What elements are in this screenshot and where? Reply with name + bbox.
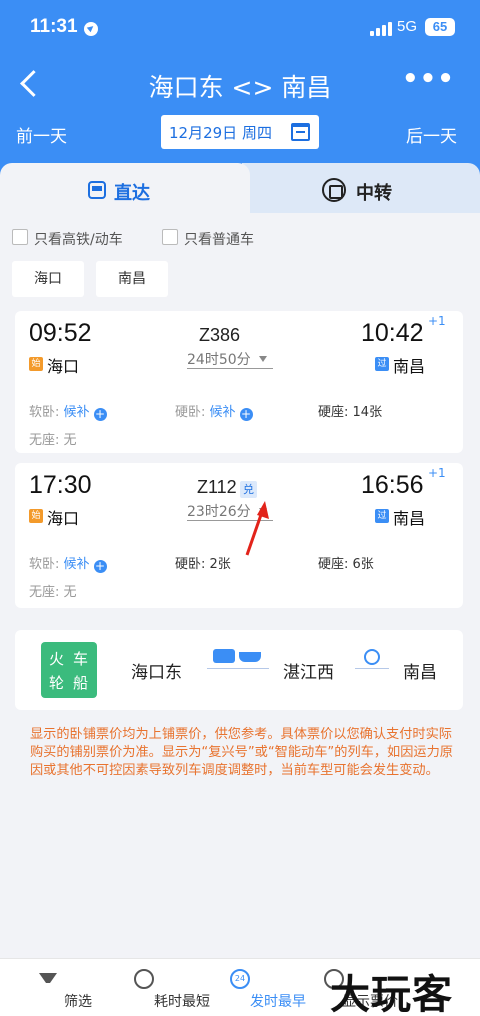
departure-time: 17:30 xyxy=(29,471,92,499)
checkbox-label: 只看普通车 xyxy=(184,232,254,248)
ship-icon xyxy=(239,652,261,662)
tab-bar: 中转 直达 xyxy=(0,163,480,213)
seat-soft-sleeper[interactable]: 软卧: 候补 + xyxy=(29,401,107,421)
annotation-arrow-icon xyxy=(245,501,269,556)
filter-label: 筛选 xyxy=(64,994,92,1010)
departure-station: 海口 xyxy=(47,509,80,528)
location-icon xyxy=(84,22,98,36)
route-line xyxy=(207,668,269,669)
checkbox-label: 只看高铁/动车 xyxy=(34,232,123,248)
checkbox-box xyxy=(162,229,178,245)
tab-direct[interactable]: 直达 xyxy=(0,163,250,213)
station-chip-haikou[interactable]: 海口 xyxy=(12,261,84,297)
date-label: 12月29日 周四 xyxy=(169,124,272,142)
status-bar: 11:31 5G 65 xyxy=(0,14,480,48)
seat-soft-sleeper[interactable]: 软卧: 候补 + xyxy=(29,553,107,573)
bus-icon xyxy=(213,649,235,663)
arrival-time: 16:56 xyxy=(361,471,424,499)
seat-standing: 无座: 无 xyxy=(29,433,77,448)
clock-icon xyxy=(134,969,154,989)
pass-station-badge: 过 xyxy=(375,509,389,523)
train-card[interactable]: 17:30 Z112 兑 23时26分 16:56 +1 始 海口 过 南昌 软… xyxy=(15,463,463,608)
more-icon[interactable]: ••• xyxy=(402,66,454,98)
add-icon: + xyxy=(93,407,107,421)
checkbox-box xyxy=(12,229,28,245)
train-number: Z112 xyxy=(197,477,237,497)
sort-earliest-button[interactable]: 24 发时最早 xyxy=(202,959,306,1016)
sort-shortest-button[interactable]: 耗时最短 xyxy=(106,959,210,1016)
seat-hard-seat: 硬座: 6张 xyxy=(318,557,374,572)
price-notice: 显示的卧铺票价均为上铺票价，供您参考。具体票价以您确认支付时实际购买的铺别票价为… xyxy=(30,727,453,778)
tab-transfer[interactable]: 中转 xyxy=(242,163,480,213)
chevron-down-icon xyxy=(259,356,267,362)
transfer-route-card[interactable]: 火 车 轮 船 海口东 湛江西 南昌 xyxy=(15,630,463,710)
status-time: 11:31 xyxy=(30,16,78,37)
route-via-station: 湛江西 xyxy=(283,663,334,683)
filter-icon xyxy=(39,973,57,983)
train-icon xyxy=(88,181,106,199)
route-line xyxy=(355,668,389,669)
departure-time: 09:52 xyxy=(29,319,92,347)
back-icon[interactable] xyxy=(14,66,48,100)
start-station-badge: 始 xyxy=(29,357,43,371)
battery-icon: 65 xyxy=(425,18,455,36)
rail-icon xyxy=(364,649,380,665)
start-station-badge: 始 xyxy=(29,509,43,523)
duration-divider xyxy=(187,368,273,369)
arrival-station: 南昌 xyxy=(393,509,426,528)
filter-button[interactable]: 筛选 xyxy=(18,959,92,1016)
tab-transfer-label: 中转 xyxy=(356,183,392,204)
add-icon: + xyxy=(239,407,253,421)
network-label: 5G xyxy=(397,18,418,35)
route-from-station: 海口东 xyxy=(131,663,182,683)
seat-standing: 无座: 无 xyxy=(29,585,77,600)
route-to-station: 南昌 xyxy=(403,663,437,683)
signal-icon xyxy=(370,22,392,36)
duration: 24时50分 xyxy=(187,352,251,368)
prev-day-button[interactable]: 前一天 xyxy=(16,122,67,147)
watermark-logo: 大玩客 xyxy=(330,971,453,1016)
clock-24-icon: 24 xyxy=(230,969,250,989)
departure-station: 海口 xyxy=(47,357,80,376)
station-chip-nanchang[interactable]: 南昌 xyxy=(96,261,168,297)
tab-direct-label: 直达 xyxy=(114,183,150,204)
pass-station-badge: 过 xyxy=(375,357,389,371)
add-icon: + xyxy=(93,559,107,573)
seat-hard-sleeper[interactable]: 硬卧: 候补 + xyxy=(175,401,253,421)
day-offset: +1 xyxy=(428,466,446,480)
train-number: Z386 xyxy=(199,325,241,345)
arrival-time: 10:42 xyxy=(361,319,424,347)
exchange-badge: 兑 xyxy=(240,481,257,498)
arrival-station: 南昌 xyxy=(393,357,426,376)
next-day-button[interactable]: 后一天 xyxy=(406,122,457,147)
calendar-icon xyxy=(291,123,310,141)
date-picker[interactable]: 12月29日 周四 xyxy=(161,115,319,149)
transfer-icon xyxy=(322,178,346,202)
train-ship-logo: 火 车 轮 船 xyxy=(41,642,97,698)
day-offset: +1 xyxy=(428,314,446,328)
seat-hard-sleeper: 硬卧: 2张 xyxy=(175,557,231,572)
seat-hard-seat: 硬座: 14张 xyxy=(318,405,383,420)
page-title: 海口东 <> 南昌 xyxy=(148,73,332,102)
train-card[interactable]: 09:52 Z386 24时50分 10:42 +1 始 海口 过 南昌 软卧:… xyxy=(15,311,463,453)
